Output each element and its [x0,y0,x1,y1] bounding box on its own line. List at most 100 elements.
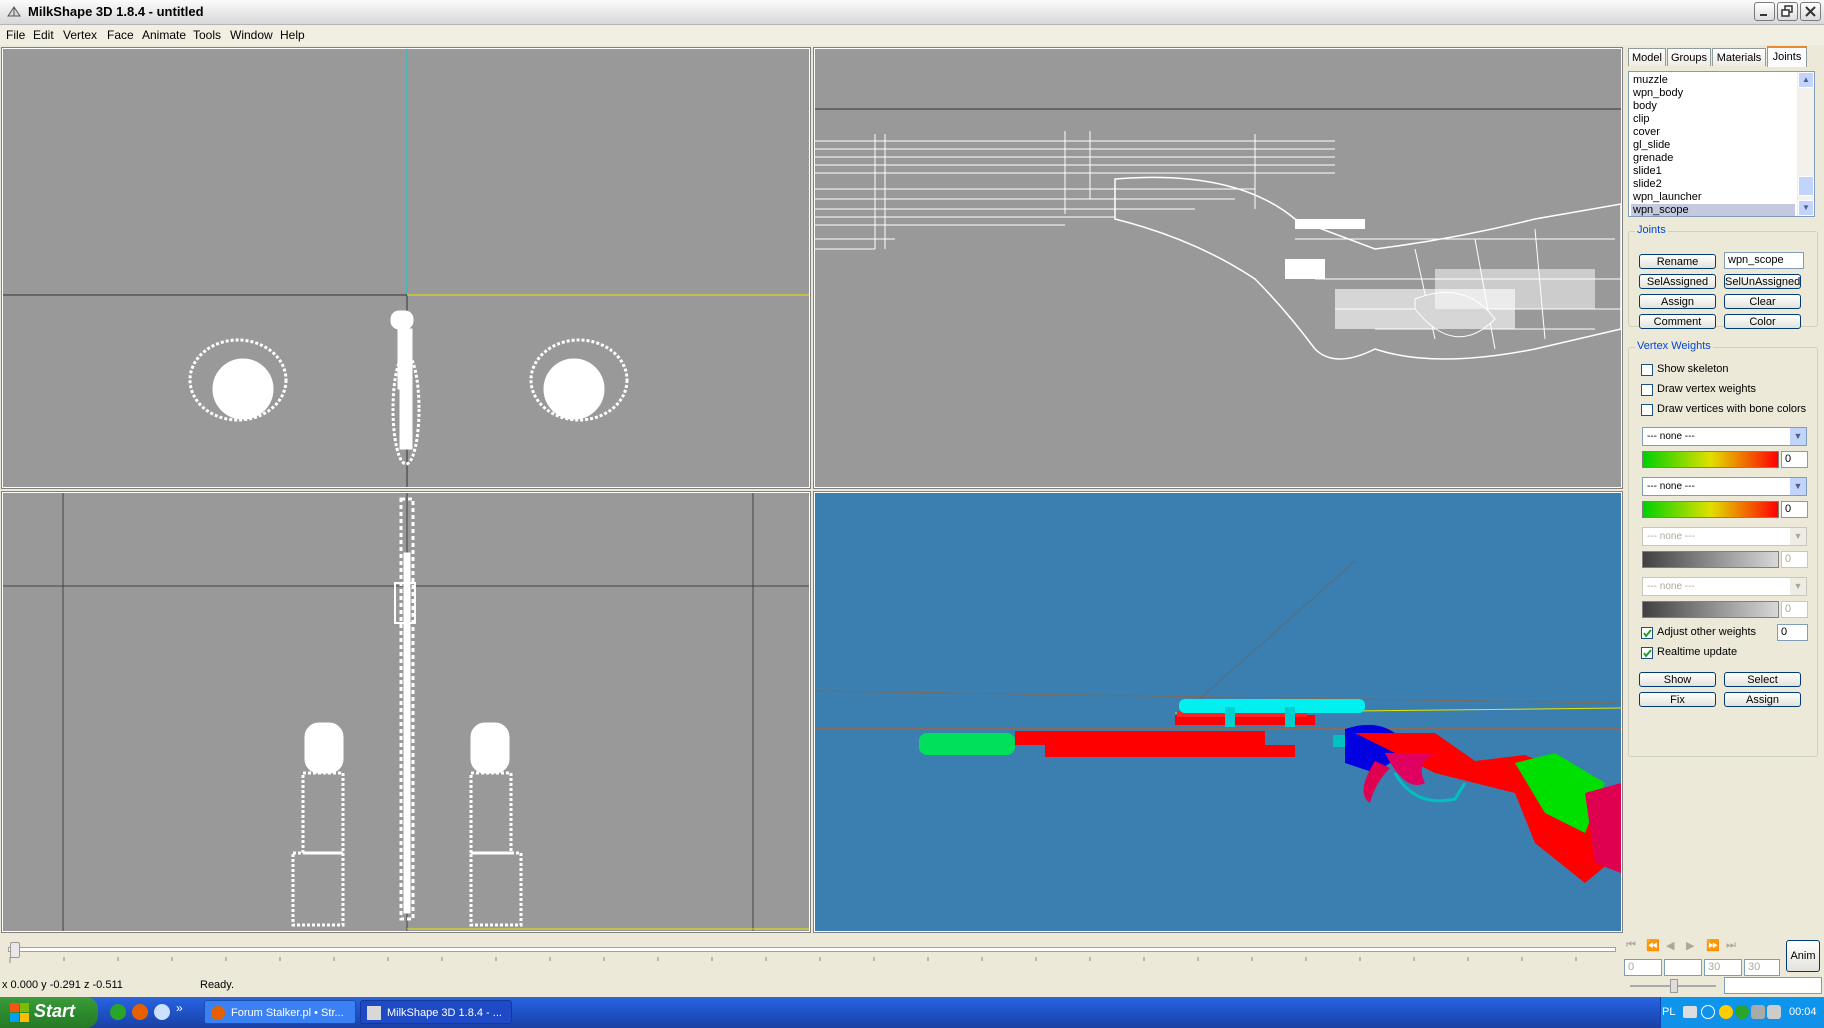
menu-animate[interactable]: Animate [142,28,186,42]
timeline-track[interactable] [8,947,1616,952]
list-item[interactable]: wpn_body [1633,87,1793,100]
viewport-top[interactable] [1,491,811,933]
sel-unassigned-button[interactable]: SelUnAssigned [1724,274,1801,289]
minimize-button[interactable] [1754,2,1775,21]
comment-button[interactable]: Comment [1639,314,1716,329]
minimize-icon [1760,14,1767,16]
scroll-up-button[interactable]: ▲ [1798,72,1814,88]
list-item[interactable]: cover [1633,126,1793,139]
checkbox-box[interactable] [1641,384,1653,396]
tab-joints[interactable]: Joints [1767,46,1807,67]
list-item[interactable]: slide1 [1633,165,1793,178]
list-item[interactable]: muzzle [1633,74,1793,87]
utorrent-tray-icon[interactable] [1735,1005,1749,1019]
tray-app-icon[interactable] [1719,1005,1733,1019]
weight2-input[interactable]: 0 [1781,501,1808,518]
weight2-slider[interactable] [1642,501,1779,518]
scroll-thumb[interactable] [1798,176,1814,196]
list-item[interactable]: slide2 [1633,178,1793,191]
chevron-right-icon[interactable]: » [176,1001,183,1015]
firefox-icon[interactable] [132,1004,148,1020]
show-button[interactable]: Show [1639,672,1716,687]
back-arrow-icon[interactable] [1701,1005,1715,1019]
menu-file[interactable]: File [6,28,25,42]
clear-button[interactable]: Clear [1724,294,1801,309]
maximize-button[interactable] [1777,2,1798,21]
checkbox-box[interactable] [1641,627,1653,639]
utorrent-icon[interactable] [110,1004,126,1020]
list-item[interactable]: wpn_launcher [1633,191,1793,204]
prev-key-icon[interactable]: ⏪ [1646,939,1660,952]
check-icon [1643,629,1652,638]
taskbar-item-forum[interactable]: Forum Stalker.pl • Str... [204,1000,356,1024]
menu-face[interactable]: Face [107,28,134,42]
desktop-icon[interactable] [154,1004,170,1020]
bone1-value: --- none --- [1647,431,1695,442]
list-scrollbar[interactable]: ▲ ▼ [1797,72,1814,216]
keyboard-icon[interactable] [1683,1006,1697,1018]
timeline-thumb[interactable] [10,942,20,958]
checkbox-box[interactable] [1641,364,1653,376]
assign-button[interactable]: Assign [1639,294,1716,309]
anim-button[interactable]: Anim [1786,940,1820,972]
network-icon[interactable] [1751,1005,1765,1019]
status-message: Ready. [200,979,235,991]
list-item[interactable]: body [1633,100,1793,113]
taskbar-item-milkshape[interactable]: MilkShape 3D 1.8.4 - ... [360,1000,512,1024]
timeline-area: ⏮ ⏪ ◀ ▶ ⏩ ⏭ 0 30 30 Anim x 0.000 y -0.29… [0,937,1824,997]
vertex-weights-group: Vertex Weights Show skeleton Draw vertex… [1628,340,1818,757]
status-input[interactable] [1724,977,1822,994]
checkbox-box[interactable] [1641,647,1653,659]
scroll-down-button[interactable]: ▼ [1798,200,1814,216]
bone1-select[interactable]: --- none --- ▼ [1642,427,1807,446]
prev-frame-icon[interactable]: ◀ [1666,939,1674,952]
sel-assigned-button[interactable]: SelAssigned [1639,274,1716,289]
menu-window[interactable]: Window [230,28,273,42]
menu-edit[interactable]: Edit [33,28,54,42]
list-item[interactable]: clip [1633,113,1793,126]
select-button[interactable]: Select [1724,672,1801,687]
viewport-front[interactable] [1,47,811,489]
chevron-down-icon: ▼ [1790,578,1806,595]
checkbox-box[interactable] [1641,404,1653,416]
first-frame-icon[interactable]: ⏮ [1626,939,1636,952]
list-item[interactable]: grenade [1633,152,1793,165]
viewport-side[interactable] [813,47,1623,489]
start-button[interactable]: Start [0,997,98,1028]
viewport-3d[interactable] [813,491,1623,933]
rename-button[interactable]: Rename [1639,254,1716,269]
color-button[interactable]: Color [1724,314,1801,329]
language-indicator[interactable]: PL [1662,1006,1675,1018]
joints-list[interactable]: muzzle wpn_body body clip cover gl_slide… [1628,71,1815,217]
bone2-select[interactable]: --- none --- ▼ [1642,477,1807,496]
zoom-thumb[interactable] [1670,979,1678,993]
weight1-slider[interactable] [1642,451,1779,468]
viewport-3d-render [815,560,1621,883]
menu-tools[interactable]: Tools [193,28,221,42]
chevron-down-icon: ▼ [1790,428,1806,445]
volume-icon[interactable] [1767,1005,1781,1019]
tab-model[interactable]: Model [1628,48,1666,66]
adjust-weight-input[interactable]: 0 [1777,624,1808,641]
menu-help[interactable]: Help [280,28,305,42]
play-icon[interactable]: ▶ [1686,939,1694,952]
tab-groups[interactable]: Groups [1667,48,1711,66]
weight1-input[interactable]: 0 [1781,451,1808,468]
timeline-ticks [9,957,1577,963]
bone3-value: --- none --- [1647,531,1695,542]
fix-button[interactable]: Fix [1639,692,1716,707]
list-item[interactable]: gl_slide [1633,139,1793,152]
joints-group-label: Joints [1635,224,1668,236]
assign-weights-button[interactable]: Assign [1724,692,1801,707]
bone3-select: --- none --- ▼ [1642,527,1807,546]
menu-vertex[interactable]: Vertex [63,28,97,42]
next-frame-icon[interactable]: ⏩ [1706,939,1720,952]
next-key-icon[interactable]: ⏭ [1726,939,1736,952]
chevron-down-icon: ▼ [1790,528,1806,545]
window-title: MilkShape 3D 1.8.4 - untitled [28,4,204,19]
tab-materials[interactable]: Materials [1712,48,1766,66]
close-button[interactable] [1800,2,1821,21]
chevron-down-icon: ▼ [1790,478,1806,495]
joint-name-input[interactable]: wpn_scope [1724,252,1804,269]
list-item-selected[interactable]: wpn_scope [1631,204,1795,216]
